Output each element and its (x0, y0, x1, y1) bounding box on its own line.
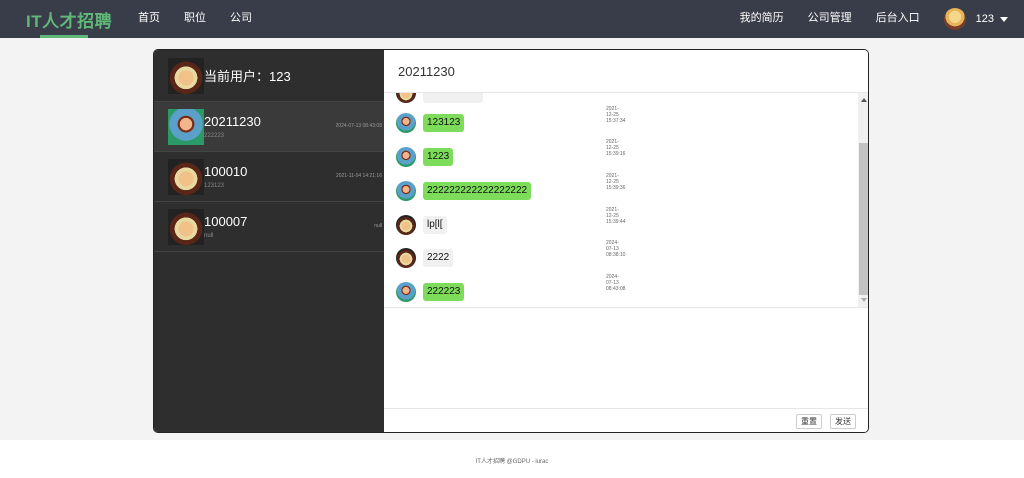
message-time: 2021-12-25 15:39:16 (606, 139, 626, 157)
message-time: 2021-12-25 15:39:44 (606, 207, 626, 225)
send-button[interactable]: 发送 (830, 414, 856, 429)
nav-company[interactable]: 公司 (218, 0, 264, 38)
contact-time: 2021-11-04 14:21:16 (335, 173, 382, 179)
avatar (396, 147, 416, 167)
site-footer: IT人才招聘 @GDPU - lurac (0, 440, 1024, 478)
message-time: 2021-12-25 15:37:34 (606, 106, 626, 124)
avatar (168, 158, 204, 195)
brand-logo[interactable]: IT人才招聘 (26, 7, 112, 32)
nav-company-manage[interactable]: 公司管理 (796, 0, 864, 38)
reset-button[interactable]: 重置 (796, 414, 822, 429)
scroll-up-icon[interactable] (861, 98, 867, 102)
nav-home[interactable]: 首页 (126, 0, 172, 38)
nav-right: 我的简历 公司管理 后台入口 123 (728, 0, 1024, 38)
contact-time: 2024-07-13 08:43:08 (335, 123, 382, 129)
contact-item[interactable]: 100010 123123 2021-11-04 14:21:16 (154, 152, 384, 202)
message-bubble: 222223 (423, 283, 465, 301)
avatar (168, 108, 204, 145)
chat-title: 20211230 (384, 50, 868, 93)
current-user-label: 当前用户：123 (204, 69, 291, 84)
contact-last-message: 222223 (204, 133, 225, 139)
message-bubble: 222222222222222222 (423, 182, 532, 200)
message-time: 2021-12-25 15:39:36 (606, 173, 626, 191)
avatar (396, 181, 416, 201)
scroll-down-icon[interactable] (861, 298, 867, 302)
avatar (168, 57, 204, 94)
contact-last-message: null (204, 233, 214, 239)
avatar (396, 113, 416, 133)
contact-item[interactable]: 20211230 222223 2024-07-13 08:43:08 (154, 102, 384, 152)
brand-active-indicator (40, 35, 88, 38)
chat-panel: 当前用户：123 20211230 222223 2024-07-13 08:4… (153, 49, 869, 433)
message-list[interactable]: 2021-12-25 15:37:34 123123 2021-12-25 15… (384, 93, 868, 308)
contact-time: null (374, 223, 382, 229)
avatar (396, 282, 416, 302)
avatar (396, 215, 416, 235)
nav-admin-entry[interactable]: 后台入口 (864, 0, 932, 38)
top-navbar: IT人才招聘 首页 职位 公司 我的简历 公司管理 后台入口 123 (0, 0, 1024, 38)
caret-down-icon (1000, 16, 1008, 22)
avatar (396, 248, 416, 268)
message-bubble: 2222 (423, 249, 454, 267)
message-scrollbar[interactable] (858, 93, 868, 307)
chat-main: 20211230 2021-12-25 15:37:34 123123 2021… (384, 50, 868, 432)
message-bubble: 123123 (423, 114, 465, 132)
contact-item[interactable]: 100007 null null (154, 202, 384, 252)
message-bubble (423, 93, 483, 103)
message-time: 2024-07-13 08:43:08 (606, 274, 626, 292)
contact-name: 20211230 (204, 114, 261, 129)
avatar (168, 208, 204, 245)
contact-name: 100007 (204, 214, 248, 229)
compose-toolbar: 重置 发送 (384, 408, 868, 432)
message-time: 2024-07-13 08:38:10 (606, 240, 626, 258)
contact-name: 100010 (204, 164, 248, 179)
nav-jobs[interactable]: 职位 (172, 0, 218, 38)
username: 123 (975, 13, 994, 25)
nav-my-resume[interactable]: 我的简历 (728, 0, 796, 38)
avatar (396, 93, 416, 103)
scroll-thumb[interactable] (859, 143, 868, 295)
current-user-header: 当前用户：123 (154, 50, 384, 102)
avatar (943, 8, 966, 30)
contact-sidebar: 当前用户：123 20211230 222223 2024-07-13 08:4… (154, 50, 384, 432)
message-input[interactable] (384, 308, 868, 408)
message-bubble: lp[l[ (423, 216, 447, 234)
nav-left: 首页 职位 公司 (126, 0, 264, 38)
contact-last-message: 123123 (204, 183, 225, 189)
user-menu[interactable]: 123 (932, 0, 1024, 38)
message-bubble: 1223 (423, 148, 454, 166)
